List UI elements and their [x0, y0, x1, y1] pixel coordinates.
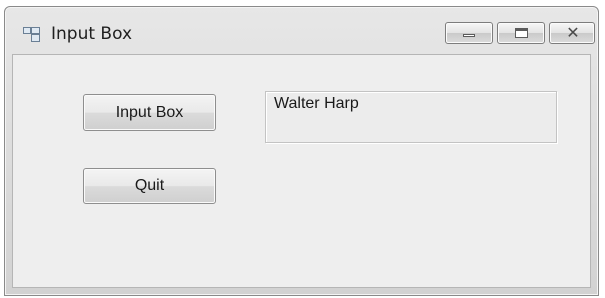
app-window: Input Box ✕ Input Box Quit Walter Harp: [4, 6, 599, 296]
minimize-icon: [463, 34, 475, 37]
quit-button[interactable]: Quit: [83, 168, 216, 204]
input-box-button[interactable]: Input Box: [83, 94, 216, 131]
maximize-button[interactable]: [497, 22, 545, 44]
close-button[interactable]: ✕: [549, 22, 595, 44]
form-client-area: Input Box Quit Walter Harp: [12, 54, 591, 288]
maximize-icon: [515, 28, 528, 38]
minimize-button[interactable]: [445, 22, 493, 44]
result-label-box: Walter Harp: [265, 91, 557, 143]
window-app-icon: [23, 27, 41, 42]
title-bar[interactable]: Input Box ✕: [5, 7, 598, 53]
result-label-text: Walter Harp: [274, 95, 359, 112]
close-icon: ✕: [566, 23, 580, 42]
window-title: Input Box: [51, 24, 133, 44]
